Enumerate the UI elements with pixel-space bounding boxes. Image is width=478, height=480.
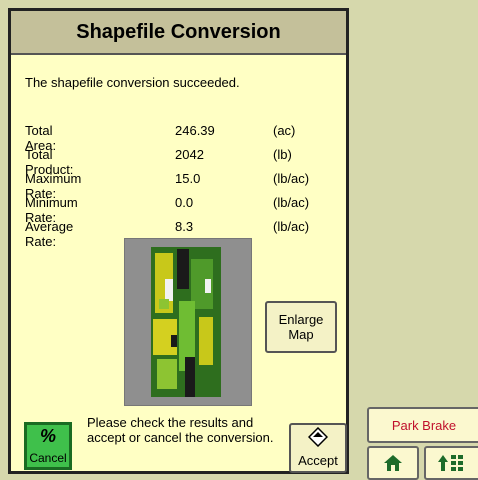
- stat-unit: (lb/ac): [273, 219, 310, 234]
- stat-value: 8.3: [175, 219, 194, 234]
- map-image: [125, 239, 251, 405]
- stat-value: 15.0: [175, 171, 201, 186]
- cancel-label: Cancel: [29, 451, 67, 465]
- map-label: Map: [288, 327, 314, 342]
- menu-grid-icon: [438, 455, 463, 471]
- stat-unit: (lb/ac): [273, 195, 310, 210]
- accept-button[interactable]: Accept: [289, 423, 347, 473]
- menu-button[interactable]: [424, 446, 478, 480]
- park-brake-button[interactable]: Park Brake: [367, 407, 478, 443]
- stat-unit: (ac): [273, 123, 296, 138]
- instruction-text: Please check the results and accept or c…: [87, 415, 274, 445]
- home-button[interactable]: [367, 446, 419, 480]
- dialog-title: Shapefile Conversion: [11, 11, 346, 55]
- stat-value: 0.0: [175, 195, 194, 210]
- enlarge-map-button[interactable]: Enlarge Map: [265, 301, 337, 353]
- cancel-button[interactable]: % Cancel: [24, 422, 72, 470]
- stat-value: 2042: [175, 147, 204, 162]
- prescription-map-thumbnail: [124, 238, 252, 406]
- stat-label: Average Rate:: [25, 219, 74, 249]
- success-message: The shapefile conversion succeeded.: [25, 75, 240, 90]
- enlarge-label: Enlarge: [278, 312, 324, 327]
- stat-value: 246.39: [175, 123, 215, 138]
- stat-unit: (lb): [273, 147, 292, 162]
- home-icon: [384, 455, 402, 471]
- accept-diamond-icon: [308, 427, 328, 447]
- stat-unit: (lb/ac): [273, 171, 310, 186]
- cancel-slash-icon: %: [39, 426, 56, 446]
- accept-label: Accept: [298, 453, 338, 468]
- shapefile-conversion-dialog: Shapefile Conversion The shapefile conve…: [8, 8, 349, 474]
